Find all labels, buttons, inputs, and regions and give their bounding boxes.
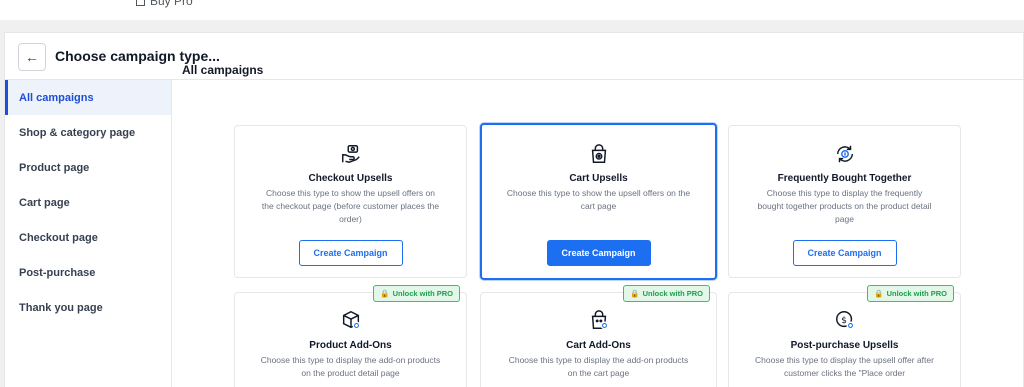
- sidebar-item-cart-page[interactable]: Cart page: [5, 185, 171, 220]
- card-title: Frequently Bought Together: [777, 173, 912, 184]
- sidebar-item-all-campaigns[interactable]: All campaigns: [5, 80, 171, 115]
- buy-pro-label: Buy Pro: [150, 0, 193, 8]
- sidebar-item-post-purchase[interactable]: Post-purchase: [5, 255, 171, 290]
- unlock-pro-badge[interactable]: 🔒 Unlock with PRO: [373, 285, 460, 302]
- cart-plus-icon: [481, 309, 716, 333]
- panel-header: ← Choose campaign type...: [5, 33, 1024, 80]
- dollar-plus-icon: $: [729, 309, 960, 333]
- svg-text:$: $: [841, 315, 847, 326]
- shopping-bag-coin-icon: [482, 143, 715, 167]
- sidebar-item-shop-category-page[interactable]: Shop & category page: [5, 115, 171, 150]
- top-strip: Buy Pro: [0, 0, 1024, 20]
- sidebar-item-thank-you-page[interactable]: Thank you page: [5, 290, 171, 325]
- unlock-pro-badge[interactable]: 🔒 Unlock with PRO: [867, 285, 954, 302]
- buy-pro-link[interactable]: Buy Pro: [136, 0, 193, 8]
- card-title: Cart Add-Ons: [566, 340, 631, 351]
- hand-coin-icon: [235, 143, 466, 167]
- back-button[interactable]: ←: [18, 43, 46, 71]
- card-product-add-ons[interactable]: 🔒 Unlock with PRO Product Add-Ons Choose…: [234, 285, 467, 387]
- lock-icon: 🔒: [630, 289, 640, 298]
- card-title: Post-purchase Upsells: [790, 340, 899, 351]
- card-post-purchase-upsells[interactable]: 🔒 Unlock with PRO $ Post-purchase Upsell…: [728, 285, 961, 387]
- card-description: Choose this type to display the add-on p…: [508, 355, 689, 378]
- arrow-left-icon: ←: [25, 49, 39, 65]
- section-title: All campaigns: [182, 63, 264, 77]
- card-description: Choose this type to show the upsell offe…: [506, 188, 691, 211]
- create-campaign-button[interactable]: Create Campaign: [546, 240, 651, 266]
- checkbox-icon: [136, 0, 145, 6]
- refresh-coin-icon: [729, 143, 960, 167]
- page-title: Choose campaign type...: [55, 48, 220, 64]
- card-title: Checkout Upsells: [308, 173, 393, 184]
- card-title: Cart Upsells: [569, 173, 628, 184]
- sidebar-item-product-page[interactable]: Product page: [5, 150, 171, 185]
- unlock-pro-badge[interactable]: 🔒 Unlock with PRO: [623, 285, 710, 302]
- card-description: Choose this type to display the frequent…: [757, 188, 932, 224]
- create-campaign-button[interactable]: Create Campaign: [298, 240, 403, 266]
- box-plus-icon: [235, 309, 466, 333]
- card-frequently-bought-together[interactable]: Frequently Bought Together Choose this t…: [728, 125, 961, 278]
- card-description: Choose this type to display the upsell o…: [755, 355, 934, 378]
- create-campaign-button[interactable]: Create Campaign: [792, 240, 897, 266]
- card-cart-upsells[interactable]: Cart Upsells Choose this type to show th…: [480, 123, 717, 280]
- card-description: Choose this type to show the upsell offe…: [261, 188, 440, 224]
- sidebar-item-checkout-page[interactable]: Checkout page: [5, 220, 171, 255]
- card-checkout-upsells[interactable]: Checkout Upsells Choose this type to sho…: [234, 125, 467, 278]
- lock-icon: 🔒: [874, 289, 884, 298]
- card-title: Product Add-Ons: [309, 340, 392, 351]
- card-cart-add-ons[interactable]: 🔒 Unlock with PRO Cart Add-Ons Choose th…: [480, 285, 717, 387]
- card-description: Choose this type to display the add-on p…: [260, 355, 441, 378]
- lock-icon: 🔒: [380, 289, 390, 298]
- category-sidebar: All campaigns Shop & category page Produ…: [5, 80, 172, 387]
